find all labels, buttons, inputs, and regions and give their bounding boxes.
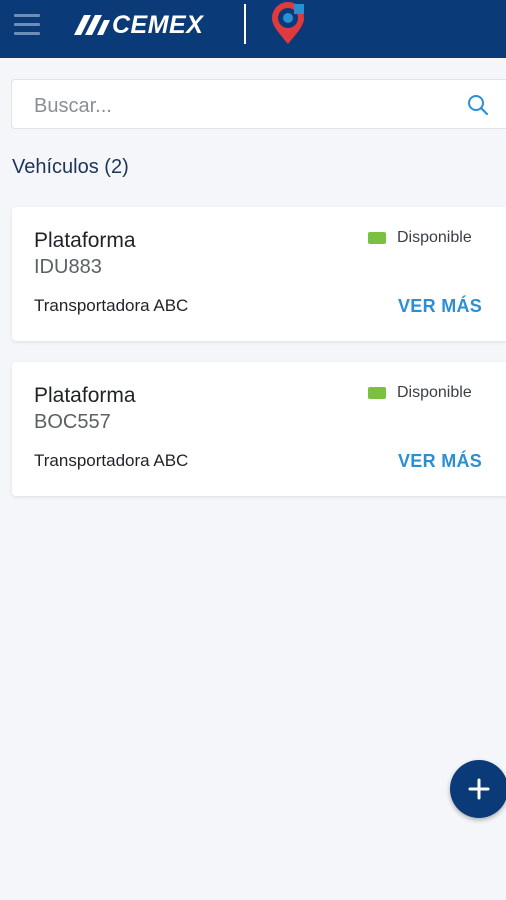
search-icon[interactable] bbox=[467, 94, 489, 116]
app-header: CEMEX bbox=[0, 0, 506, 58]
search-bar bbox=[11, 79, 506, 129]
vehicle-company: Transportadora ABC bbox=[34, 296, 189, 315]
status-indicator bbox=[368, 232, 386, 244]
cemex-logo: CEMEX bbox=[74, 8, 203, 42]
vehicle-company: Transportadora ABC bbox=[34, 451, 189, 470]
vehicle-type: Plataforma bbox=[34, 229, 136, 252]
view-more-button[interactable]: VER MÁS bbox=[398, 296, 482, 317]
add-vehicle-button[interactable] bbox=[450, 760, 506, 818]
view-more-button[interactable]: VER MÁS bbox=[398, 451, 482, 472]
vehicle-card[interactable]: Plataforma IDU883 Transportadora ABC Dis… bbox=[12, 207, 506, 341]
brand-name: CEMEX bbox=[112, 10, 204, 39]
location-pin-icon bbox=[272, 2, 304, 44]
vehicle-card[interactable]: Plataforma BOC557 Transportadora ABC Dis… bbox=[12, 362, 506, 496]
search-input[interactable] bbox=[32, 92, 456, 120]
vehicles-section-title: Vehículos (2) bbox=[12, 156, 129, 178]
status-label: Disponible bbox=[397, 384, 472, 401]
vehicle-type: Plataforma bbox=[34, 384, 136, 407]
cemex-logo-mark-icon bbox=[74, 15, 110, 35]
plus-icon bbox=[468, 778, 490, 800]
vehicle-plate: BOC557 bbox=[34, 411, 111, 433]
status-badge: Disponible bbox=[368, 229, 472, 247]
vehicle-plate: IDU883 bbox=[34, 256, 102, 278]
status-label: Disponible bbox=[397, 229, 472, 246]
header-divider bbox=[244, 4, 246, 44]
hamburger-menu-icon[interactable] bbox=[14, 14, 40, 36]
status-indicator bbox=[368, 387, 386, 399]
status-badge: Disponible bbox=[368, 384, 472, 402]
